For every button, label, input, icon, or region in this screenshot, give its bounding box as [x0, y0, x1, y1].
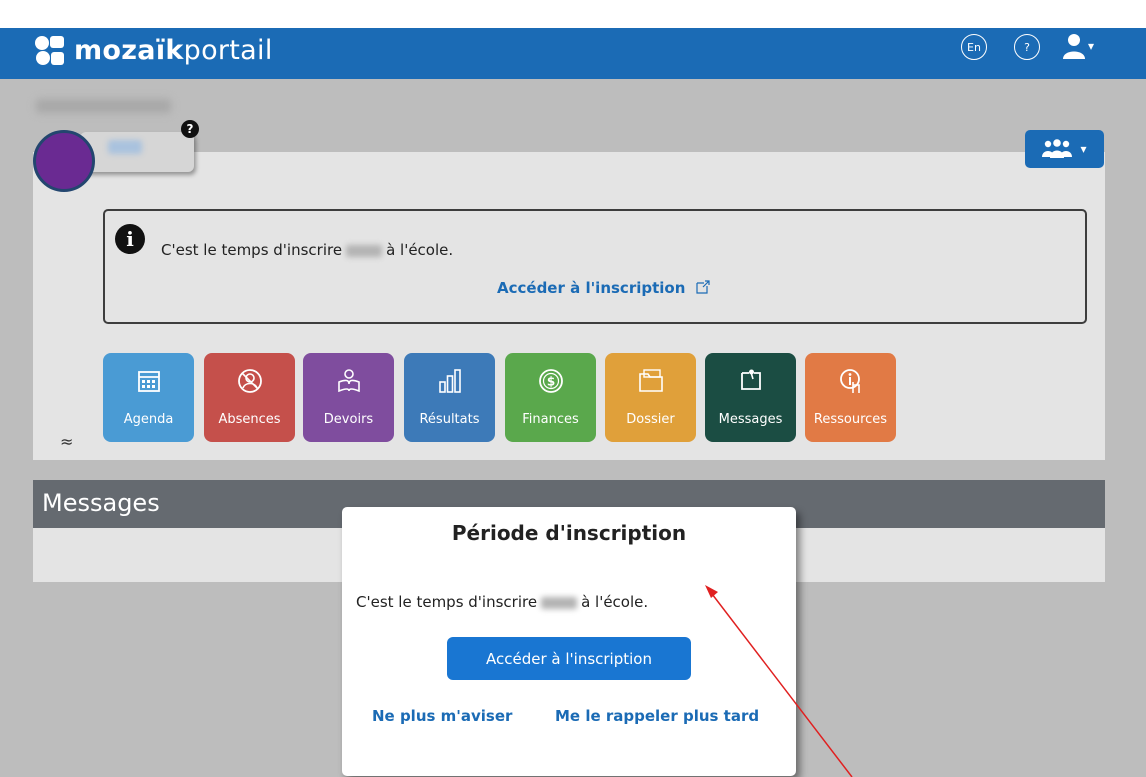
tile-label: Finances [522, 412, 579, 427]
access-registration-button[interactable]: Accéder à l'inscription [447, 637, 691, 680]
tile-label: Messages [718, 412, 783, 427]
main-content: ? ▾ i C'est le temps d'inscrire à l'école… [0, 79, 1146, 777]
tile-messages[interactable]: Messages [705, 353, 796, 442]
brand-name: mozaïkportail [74, 35, 273, 66]
modal-title: Période d'inscription [451, 521, 687, 545]
notice-text-before: C'est le temps d'inscrire [161, 241, 343, 259]
language-label: En [967, 40, 981, 54]
help-button[interactable]: ? [1014, 34, 1040, 60]
child-name-redacted [541, 596, 578, 609]
tile-finances[interactable]: $ Finances [505, 353, 596, 442]
registration-notice: i C'est le temps d'inscrire à l'école. Ac… [103, 209, 1087, 324]
tile-dossier[interactable]: Dossier [605, 353, 696, 442]
modal-text-before: C'est le temps d'inscrire [356, 593, 538, 611]
avatar[interactable] [33, 130, 95, 192]
tile-label: Devoirs [323, 412, 374, 427]
chevron-down-icon: ▾ [1080, 142, 1087, 156]
tile-label: Dossier [626, 412, 675, 427]
folder-icon [638, 369, 663, 392]
remind-later-link[interactable]: Me le rappeler plus tard [555, 707, 759, 725]
tile-label: Agenda [123, 412, 174, 427]
group-icon [1042, 139, 1073, 158]
tile-absences[interactable]: Absences [204, 353, 295, 442]
dismiss-link[interactable]: Ne plus m'aviser [372, 707, 512, 725]
modal-text: C'est le temps d'inscrire à l'école. [356, 593, 648, 611]
tile-label: Résultats [419, 412, 480, 427]
top-strip [0, 0, 1146, 28]
info-icon: i [115, 224, 145, 254]
registration-link[interactable]: Accéder à l'inscription [497, 279, 711, 297]
tile-devoirs[interactable]: Devoirs [303, 353, 394, 442]
question-icon[interactable]: ? [181, 120, 199, 138]
results-icon [438, 369, 461, 393]
brand-name-light: portail [183, 34, 273, 66]
external-link-icon [696, 280, 710, 294]
user-menu-button[interactable]: ▾ [1062, 32, 1094, 60]
school-name-redacted [36, 99, 171, 113]
messages-icon [740, 369, 761, 390]
tile-agenda[interactable]: Agenda [103, 353, 194, 442]
collapse-icon[interactable]: ≈ [60, 432, 73, 451]
child-name-redacted [108, 140, 142, 154]
user-icon [1063, 34, 1085, 59]
homework-icon [337, 369, 360, 393]
brand-logo[interactable]: mozaïkportail [34, 33, 273, 67]
tile-label: Absences [218, 412, 281, 427]
calendar-icon [137, 371, 160, 392]
tile-ressources[interactable]: Ressources [805, 353, 896, 442]
children-group-button[interactable]: ▾ [1025, 130, 1104, 168]
resources-icon [839, 369, 860, 393]
help-icon: ? [1024, 40, 1030, 54]
chevron-down-icon: ▾ [1088, 39, 1095, 53]
absence-icon [237, 369, 262, 393]
notice-text-after: à l'école. [386, 241, 454, 259]
tile-resultats[interactable]: Résultats [404, 353, 495, 442]
notice-text: C'est le temps d'inscrire à l'école. [161, 241, 453, 259]
modal-text-after: à l'école. [581, 593, 649, 611]
registration-link-label: Accéder à l'inscription [497, 279, 686, 297]
mozaik-logo-icon [34, 33, 66, 67]
registration-modal: Période d'inscription C'est le temps d'i… [342, 507, 796, 776]
finances-icon: $ [538, 369, 563, 393]
messages-section-title: Messages [42, 489, 160, 517]
svg-text:$: $ [546, 375, 554, 389]
tile-label: Ressources [813, 412, 888, 427]
child-name-redacted [346, 244, 383, 257]
language-button[interactable]: En [961, 34, 987, 60]
brand-name-bold: mozaïk [74, 34, 184, 66]
